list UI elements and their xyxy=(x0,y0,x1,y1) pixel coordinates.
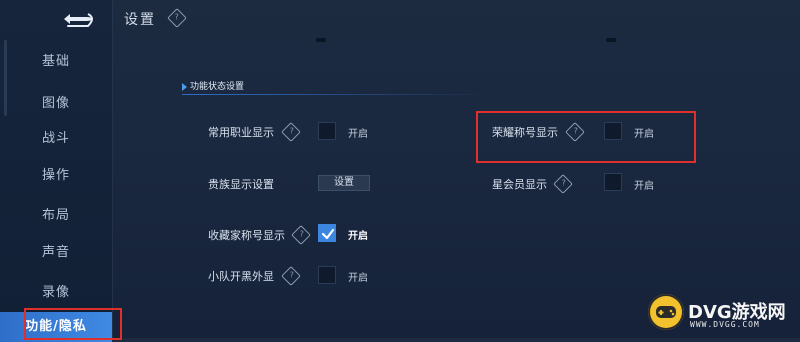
star-member-help-icon[interactable]: ? xyxy=(553,174,573,195)
team-boost-label: 小队开黑外显 xyxy=(208,270,274,283)
team-boost-checkbox[interactable] xyxy=(318,266,336,284)
star-member-checkbox[interactable] xyxy=(604,173,622,191)
back-icon[interactable] xyxy=(58,8,98,30)
team-boost-state: 开启 xyxy=(348,273,368,284)
collector-checkbox[interactable] xyxy=(318,224,336,242)
section-title: 功能状态设置 xyxy=(182,80,244,94)
star-member-label: 星会员显示 xyxy=(492,178,547,191)
sidebar-item-sound[interactable]: 声音 xyxy=(0,241,112,260)
highlight-box-sidebar xyxy=(24,308,122,340)
watermark-logo-icon xyxy=(648,294,684,330)
common-job-help-icon[interactable]: ? xyxy=(281,122,301,143)
team-boost-help-icon[interactable]: ? xyxy=(281,266,301,287)
sidebar: 基础 图像 战斗 操作 布局 声音 录像 功能/隐私 xyxy=(0,0,113,342)
page-title: 设置 ? xyxy=(124,8,188,29)
sidebar-item-layout[interactable]: 布局 xyxy=(0,204,112,223)
star-member-state: 开启 xyxy=(634,181,654,192)
clan-settings-button[interactable]: 设置 xyxy=(318,175,370,191)
sidebar-item-battle[interactable]: 战斗 xyxy=(0,127,112,146)
sidebar-item-basic[interactable]: 基础 xyxy=(0,50,112,69)
honor-title-label: 荣耀称号显示 xyxy=(492,126,558,139)
sidebar-item-replay[interactable]: 录像 xyxy=(0,281,112,300)
common-job-label: 常用职业显示 xyxy=(208,126,274,139)
sidebar-item-image[interactable]: 图像 xyxy=(0,92,112,111)
common-job-state: 开启 xyxy=(348,129,368,140)
scroll-mark-left xyxy=(316,38,326,42)
scroll-mark-right xyxy=(606,38,616,42)
honor-title-help-icon[interactable]: ? xyxy=(565,122,585,143)
common-job-checkbox[interactable] xyxy=(318,122,336,140)
honor-title-state: 开启 xyxy=(634,129,654,140)
collector-label: 收藏家称号显示 xyxy=(208,229,285,242)
honor-title-checkbox[interactable] xyxy=(604,122,622,140)
collector-state: 开启 xyxy=(348,231,368,242)
clan-label: 贵族显示设置 xyxy=(208,178,274,191)
help-icon[interactable]: ? xyxy=(167,8,188,28)
watermark-site: WWW.DVGG.COM xyxy=(690,320,760,329)
section-divider xyxy=(182,94,702,95)
sidebar-item-control[interactable]: 操作 xyxy=(0,164,112,183)
check-icon xyxy=(321,228,335,240)
collector-help-icon[interactable]: ? xyxy=(291,225,311,246)
page-title-text: 设置 xyxy=(124,12,156,28)
